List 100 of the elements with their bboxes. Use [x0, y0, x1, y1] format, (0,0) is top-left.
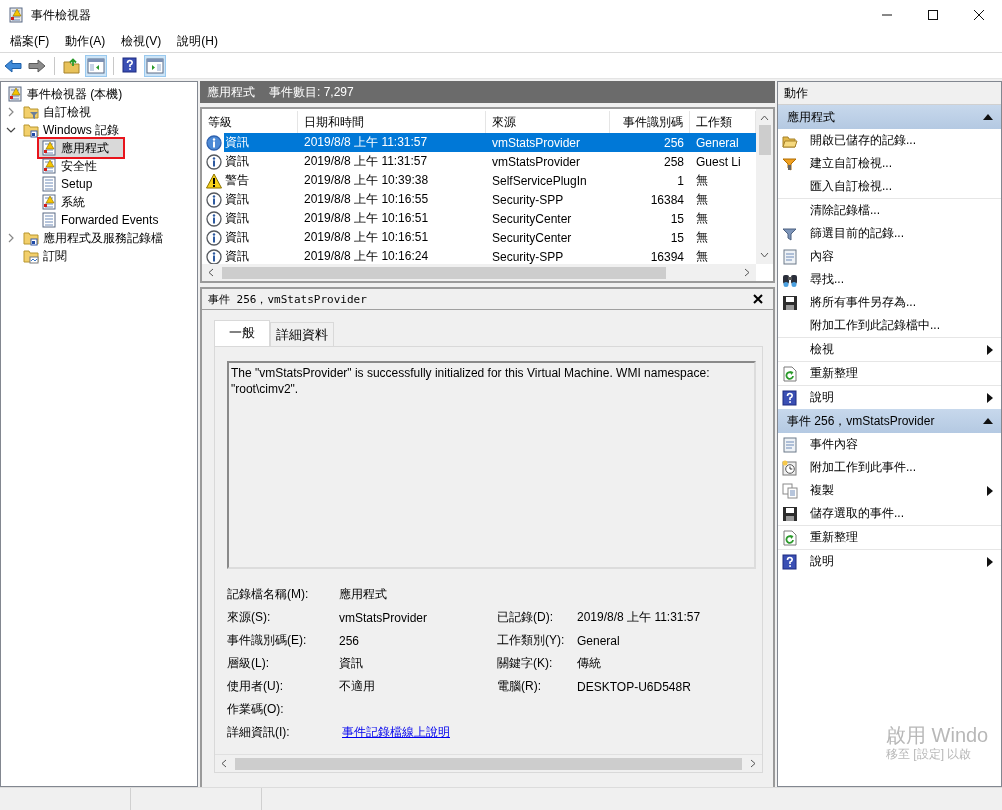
close-button[interactable]: [753, 294, 763, 304]
help-icon: [782, 389, 798, 406]
copy-icon: [782, 482, 798, 499]
action-item[interactable]: 複製: [778, 479, 1001, 502]
field-label: 已記錄(D):: [497, 610, 553, 624]
field-value: 傳統: [577, 656, 601, 670]
expand-chevron-icon[interactable]: [6, 107, 16, 117]
scroll-thumb[interactable]: [222, 266, 666, 279]
table-cell-text: 2019/8/8 上午 11:31:57: [303, 153, 429, 170]
action-item[interactable]: 附加工作到此記錄檔中...: [778, 314, 1001, 338]
scroll-thumb[interactable]: [758, 125, 771, 155]
table-cell-text: 258: [662, 153, 685, 171]
pane-icon: [87, 56, 105, 75]
pane-icon: [146, 56, 164, 75]
field-label: 詳細資訊(I):: [227, 725, 290, 739]
action-item[interactable]: 篩選目前的記錄...: [778, 222, 1001, 245]
info-icon: [206, 153, 222, 170]
table-cell-text: 資訊: [224, 153, 250, 170]
table-cell-text: 資訊: [224, 191, 250, 208]
activation-title: 啟用 Windo: [886, 724, 989, 746]
info-icon: [206, 229, 222, 246]
action-item[interactable]: 附加工作到此事件...: [778, 456, 1001, 479]
field-label: 事件識別碼(E):: [227, 633, 307, 647]
action-item[interactable]: 匯入自訂檢視...: [778, 175, 1001, 199]
field-label: 作業碼(O):: [227, 702, 284, 716]
help-link[interactable]: 事件記錄檔線上說明: [339, 725, 450, 739]
table-cell: 資訊: [224, 133, 298, 152]
menu-item[interactable]: 檔案(F): [2, 32, 58, 50]
help-icon: [122, 56, 140, 75]
close-icon: [753, 294, 763, 304]
field-value: 不適用: [339, 679, 375, 693]
refresh-icon: [782, 529, 798, 546]
log-folder-icon: [23, 230, 39, 246]
tab[interactable]: 一般: [214, 320, 270, 347]
menu-item[interactable]: 動作(A): [57, 32, 114, 50]
warning-icon: [206, 172, 222, 189]
action-item[interactable]: 說明: [778, 386, 1001, 409]
log-icon: [41, 158, 57, 174]
vertical-scrollbar[interactable]: [756, 109, 773, 264]
action-item[interactable]: 檢視: [778, 338, 1001, 362]
field-label: 電腦(R):: [497, 679, 541, 693]
table-cell-text: 2019/8/8 上午 10:16:51: [303, 229, 430, 246]
collapse-icon: [983, 418, 993, 424]
collapse-chevron-icon[interactable]: [6, 125, 16, 135]
action-item[interactable]: 建立自訂檢視...: [778, 152, 1001, 175]
table-cell-text: 16384: [649, 191, 685, 209]
collapse-icon: [983, 114, 993, 120]
action-item[interactable]: 將所有事件另存為...: [778, 291, 1001, 314]
log-icon: [41, 212, 57, 228]
horizontal-scrollbar[interactable]: [202, 264, 756, 281]
funnel-icon: [782, 155, 798, 172]
field-label: 使用者(U):: [227, 679, 283, 693]
field-value: 資訊: [339, 656, 363, 670]
back-arrow-icon: [4, 56, 22, 75]
help-icon: [782, 553, 798, 570]
refresh-icon: [782, 365, 798, 382]
table-cell: 256: [610, 133, 690, 152]
action-item[interactable]: 清除記錄檔...: [778, 199, 1001, 222]
section-title: 事件 256，vmStatsProvider: [787, 412, 935, 430]
tab[interactable]: 詳細資料: [270, 322, 334, 346]
task-clock-icon: [782, 459, 798, 476]
expand-chevron-icon[interactable]: [6, 233, 16, 243]
action-item[interactable]: 說明: [778, 550, 1001, 573]
table-row[interactable]: 資訊 2019/8/8 上午 10:16:24 Security-SPP 16394 無: [202, 247, 756, 264]
table-row[interactable]: 資訊 2019/8/8 上午 10:16:51 SecurityCenter 15 無: [202, 228, 756, 247]
action-item[interactable]: 內容: [778, 245, 1001, 268]
table-row[interactable]: 資訊 2019/8/8 上午 10:16:55 Security-SPP 16384 無: [202, 190, 756, 209]
action-item[interactable]: 重新整理: [778, 362, 1001, 386]
section-header[interactable]: 事件 256，vmStatsProvider: [778, 409, 1001, 433]
menu-item[interactable]: 說明(H): [169, 32, 226, 50]
filter-folder-icon: [23, 104, 39, 120]
table-cell-text: 1: [676, 172, 685, 190]
scroll-up-icon: [760, 115, 769, 121]
table-cell: 2019/8/8 上午 11:31:57: [298, 133, 486, 152]
table-cell-text: 2019/8/8 上午 10:16:24: [303, 248, 430, 264]
horizontal-scrollbar[interactable]: [215, 754, 762, 772]
action-item[interactable]: 事件內容: [778, 433, 1001, 456]
log-icon: [41, 176, 57, 192]
action-item[interactable]: 開啟已儲存的記錄...: [778, 129, 1001, 152]
scroll-down-icon: [760, 252, 769, 258]
table-cell-text: 無: [695, 172, 709, 189]
table-cell-text: Guest Li: [695, 153, 742, 171]
tree-item[interactable]: 應用程式: [37, 137, 125, 159]
table-row[interactable]: 警告 2019/8/8 上午 10:39:38 SelfServicePlugIn 1 無: [202, 171, 756, 190]
table-row[interactable]: 資訊 2019/8/8 上午 10:16:51 SecurityCenter 15 無: [202, 209, 756, 228]
action-item[interactable]: 重新整理: [778, 526, 1001, 550]
section-header[interactable]: 應用程式: [778, 105, 1001, 129]
action-item[interactable]: 尋找...: [778, 268, 1001, 291]
properties-icon: [782, 248, 798, 265]
menu-item[interactable]: 檢視(V): [113, 32, 170, 50]
table-cell-text: 無: [695, 229, 709, 246]
table-cell-text: 資訊: [224, 229, 250, 246]
scroll-right-icon: [750, 759, 756, 768]
table-row[interactable]: 資訊 2019/8/8 上午 11:31:57 vmStatsProvider 256 General: [202, 133, 756, 152]
field-label: 來源(S):: [227, 610, 271, 624]
scroll-thumb[interactable]: [235, 757, 742, 770]
action-item[interactable]: 儲存選取的事件...: [778, 502, 1001, 526]
properties-icon: [782, 436, 798, 453]
table-row[interactable]: 資訊 2019/8/8 上午 11:31:57 vmStatsProvider 258 Guest Li: [202, 152, 756, 171]
field-value: vmStatsProvider: [339, 610, 428, 625]
